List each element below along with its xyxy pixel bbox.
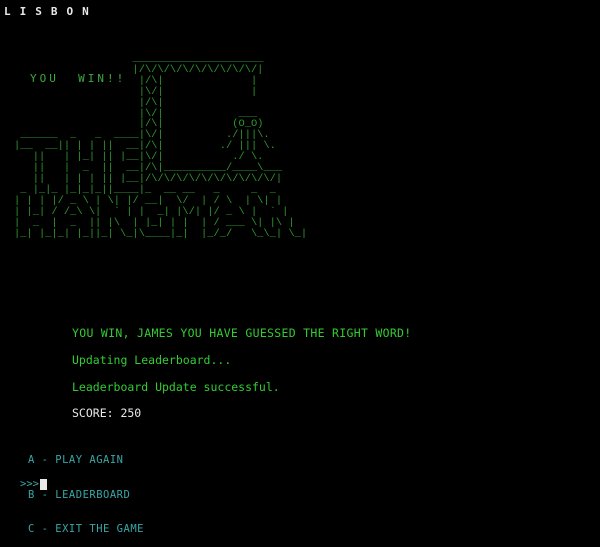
hangman-ascii-art: _____________________ |/\/\/\/\/\/\/\/\/… xyxy=(14,53,308,240)
menu-item-leaderboard[interactable]: B - LEADERBOARD xyxy=(28,489,144,502)
success-message: Leaderboard Update successful. xyxy=(72,380,280,394)
menu-item-play-again[interactable]: A - PLAY AGAIN xyxy=(28,454,144,467)
secret-word: LISBON xyxy=(4,5,98,18)
score-display: SCORE: 250 xyxy=(72,406,142,420)
prompt-symbol: >>> xyxy=(20,478,39,490)
updating-message: Updating Leaderboard... xyxy=(72,353,232,367)
menu-item-exit[interactable]: C - EXIT THE GAME xyxy=(28,523,144,536)
text-cursor[interactable] xyxy=(39,478,47,490)
win-message: YOU WIN, JAMES YOU HAVE GUESSED THE RIGH… xyxy=(72,326,412,340)
command-prompt[interactable]: >>> xyxy=(20,478,47,490)
